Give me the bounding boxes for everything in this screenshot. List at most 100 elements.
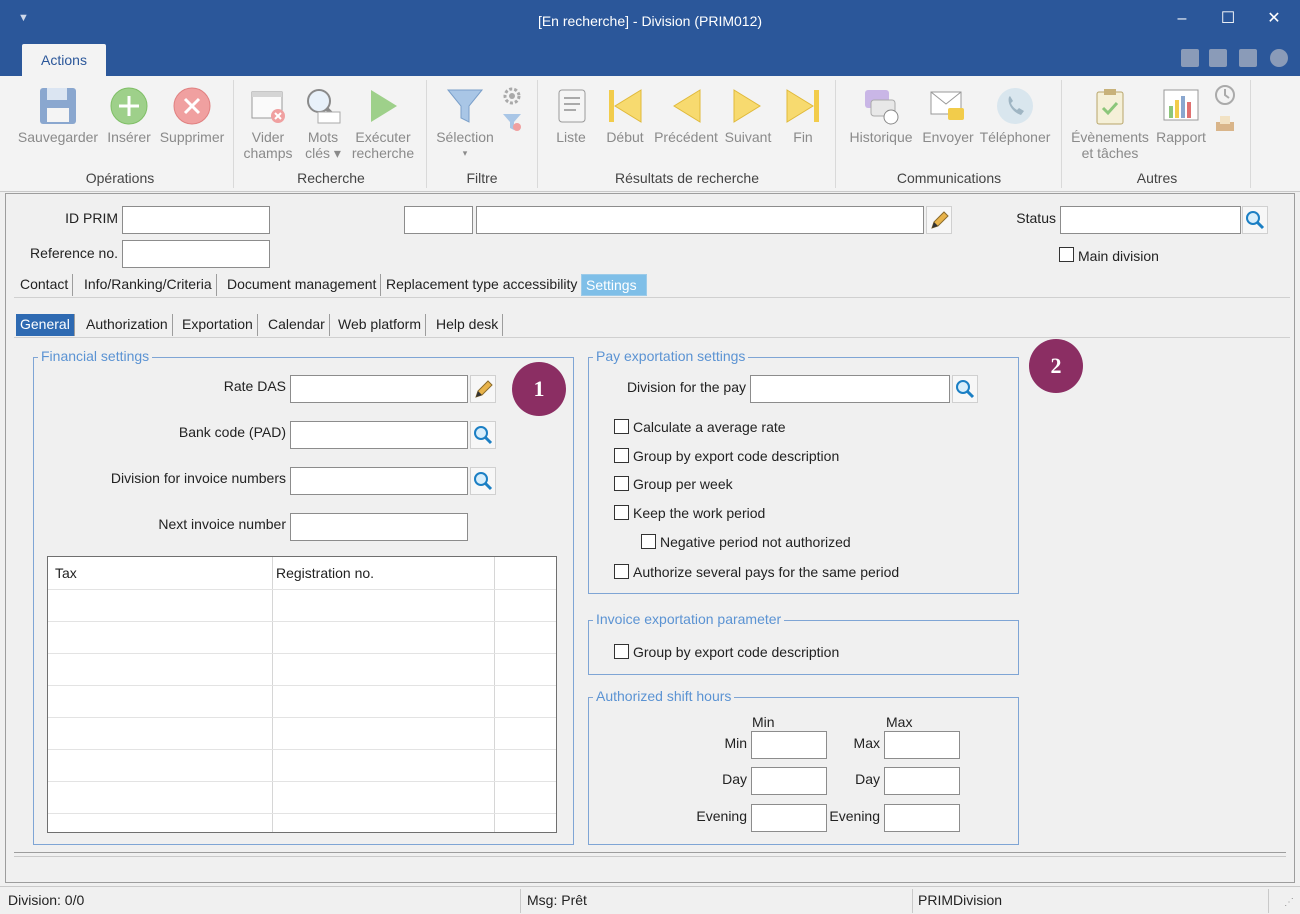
tab-web-platform[interactable]: Web platform [334, 314, 426, 336]
send-button[interactable]: Envoyer [920, 86, 976, 145]
status-search-button[interactable] [1242, 206, 1268, 234]
bar-chart-report-icon [1163, 89, 1199, 121]
delete-icon [173, 87, 211, 125]
tab-authorization[interactable]: Authorization [82, 314, 173, 336]
clock-icon[interactable] [1214, 84, 1236, 106]
events-tasks-button[interactable]: Évènements et tâches [1068, 86, 1152, 161]
tab-help-desk[interactable]: Help desk [432, 314, 504, 336]
shift-min-header: Min [752, 714, 775, 730]
negative-period-checkbox[interactable] [641, 534, 656, 549]
keep-work-period-checkbox[interactable] [614, 505, 629, 520]
calculate-average-rate-label: Calculate a average rate [633, 419, 786, 435]
gear-icon[interactable] [502, 86, 522, 106]
shift-day-min-input[interactable] [751, 767, 827, 795]
code-input[interactable] [404, 206, 473, 234]
lock-icon[interactable] [1239, 49, 1257, 67]
reference-input[interactable] [122, 240, 270, 268]
ribbon: Sauvegarder Insérer Supprimer Opérations… [0, 76, 1300, 192]
grid-row-line [48, 653, 556, 654]
phone-button[interactable]: Téléphoner [976, 86, 1054, 145]
first-button[interactable]: Début [600, 86, 650, 145]
events-label-2: et tâches [1081, 145, 1139, 161]
tab-contact[interactable]: Contact [16, 274, 74, 296]
insert-button[interactable]: Insérer [104, 86, 154, 145]
report-button[interactable]: Rapport [1152, 86, 1210, 145]
rate-das-edit-button[interactable] [470, 375, 496, 403]
division-invoice-input[interactable] [290, 467, 468, 495]
tax-grid[interactable]: Tax Registration no. [47, 556, 557, 833]
delete-button[interactable]: Supprimer [156, 86, 228, 145]
list-button[interactable]: Liste [548, 86, 594, 145]
clear-fields-button[interactable]: Vider champs [240, 86, 296, 161]
tab-actions[interactable]: Actions [22, 44, 106, 76]
funnel-icon [446, 89, 484, 123]
shift-day-max-input[interactable] [884, 767, 960, 795]
first-label: Début [606, 129, 644, 145]
last-button[interactable]: Fin [780, 86, 826, 145]
tab-general[interactable]: General [16, 314, 75, 336]
maximize-button[interactable]: ☐ [1214, 8, 1242, 32]
group-per-week-checkbox[interactable] [614, 476, 629, 491]
status-division: Division: 0/0 [8, 892, 85, 908]
grid-row-line [48, 717, 556, 718]
execute-label-2: recherche [351, 145, 415, 161]
inbox-tray-icon[interactable] [1214, 112, 1236, 134]
division-invoice-search-button[interactable] [470, 467, 496, 495]
briefcase-icon[interactable] [1209, 49, 1227, 67]
tab-replacement-type-accessibility[interactable]: Replacement type accessibility [382, 274, 583, 296]
filter-clear-icon[interactable] [502, 112, 522, 132]
callout-badge-2: 2 [1029, 339, 1083, 393]
shift-evening-max-input[interactable] [884, 804, 960, 832]
division-invoice-label: Division for invoice numbers [110, 470, 286, 486]
tab-info-ranking-criteria[interactable]: Info/Ranking/Criteria [80, 274, 217, 296]
ribbon-separator [835, 80, 836, 188]
status-separator [520, 889, 521, 913]
minimize-button[interactable]: – [1168, 8, 1196, 32]
shift-max-max-input[interactable] [884, 731, 960, 759]
group-export-code-checkbox[interactable] [614, 448, 629, 463]
next-invoice-input[interactable] [290, 513, 468, 541]
keywords-button[interactable]: Mots clés ▾ [300, 86, 346, 161]
authorize-several-pays-checkbox[interactable] [614, 564, 629, 579]
previous-button[interactable]: Précédent [652, 86, 720, 145]
tab-document-management[interactable]: Document management [223, 274, 382, 296]
rate-das-input[interactable] [290, 375, 468, 403]
division-pay-search-button[interactable] [952, 375, 978, 403]
selection-button[interactable]: Sélection ▾ [430, 86, 500, 161]
tab-calendar[interactable]: Calendar [264, 314, 330, 336]
invoice-group-export-code-checkbox[interactable] [614, 644, 629, 659]
tab-exportation[interactable]: Exportation [178, 314, 258, 336]
shift-day-row-label: Day [722, 771, 747, 787]
shift-evening-row-label: Evening [696, 808, 747, 824]
tab-settings[interactable]: Settings [581, 274, 647, 296]
horizontal-splitter[interactable] [14, 852, 1286, 857]
shift-min-min-input[interactable] [751, 731, 827, 759]
shift-evening-min-input[interactable] [751, 804, 827, 832]
selection-dropdown-arrow: ▾ [462, 148, 468, 158]
status-input[interactable] [1060, 206, 1241, 234]
subtab-divider [14, 337, 1290, 338]
close-button[interactable]: ✕ [1260, 8, 1288, 32]
save-button[interactable]: Sauvegarder [14, 86, 102, 145]
description-input[interactable] [476, 206, 924, 234]
keywords-label-1: Mots [307, 129, 339, 145]
next-button[interactable]: Suivant [722, 86, 774, 145]
edit-description-button[interactable] [926, 206, 952, 234]
stop-icon[interactable] [1270, 49, 1288, 67]
id-prim-input[interactable] [122, 206, 270, 234]
calculate-average-rate-checkbox[interactable] [614, 419, 629, 434]
events-label-1: Évènements [1071, 129, 1149, 145]
selection-label: Sélection [436, 129, 494, 145]
execute-search-button[interactable]: Exécuter recherche [350, 86, 416, 161]
resize-grip-icon[interactable]: ⋰ [1284, 897, 1294, 908]
bank-code-input[interactable] [290, 421, 468, 449]
shift-max-header: Max [886, 714, 913, 730]
callout-badge-1: 1 [512, 362, 566, 416]
bank-code-search-button[interactable] [470, 421, 496, 449]
division-pay-input[interactable] [750, 375, 950, 403]
page-icon[interactable] [1181, 49, 1199, 67]
negative-period-label: Negative period not authorized [660, 534, 851, 550]
main-division-checkbox[interactable] [1059, 247, 1074, 262]
grid-column-divider [272, 557, 273, 832]
history-button[interactable]: Historique [844, 86, 918, 145]
